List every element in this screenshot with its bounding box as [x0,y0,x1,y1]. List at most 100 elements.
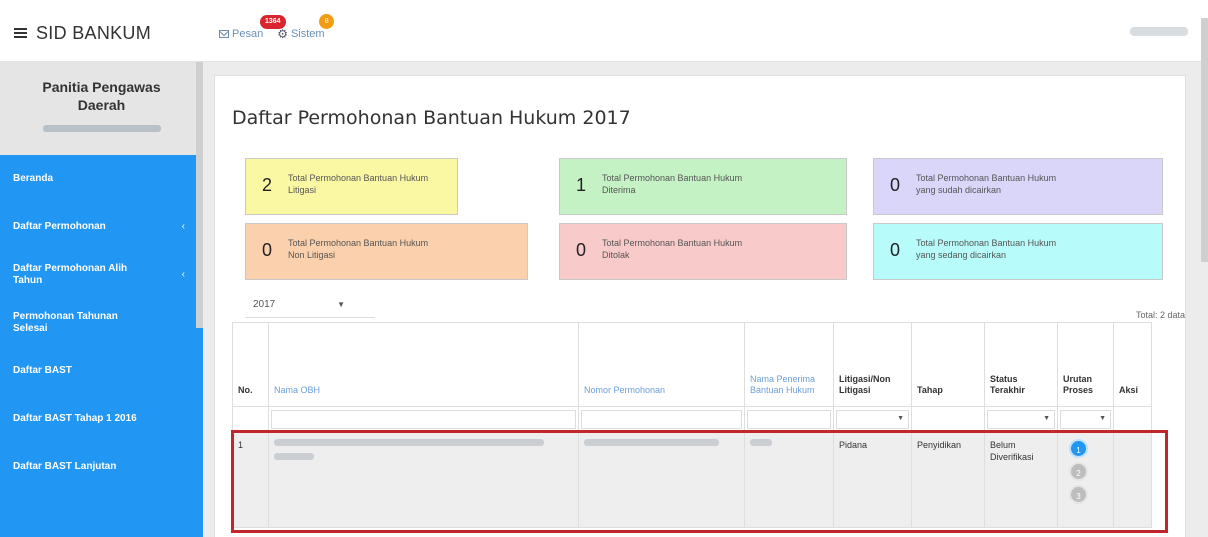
cell-aksi [1113,432,1152,528]
sidebar-item-label: Daftar BAST [13,365,72,376]
filter-cell: ▼ [1057,406,1114,433]
cell-penerima-redacted [744,432,834,528]
top-nav: Pesan 1364 ⚙ Sistem 8 [219,14,335,44]
sidebar-item-daftar-bast[interactable]: Daftar BAST [0,347,203,395]
permohonan-table: No. Nama OBH Nomor Permohonan Nama Pener… [232,322,1152,528]
sidebar-item-label: Daftar BAST Lanjutan [13,461,117,472]
total-count: Total: 2 data [1135,310,1185,320]
sidebar-item-bast-lanjutan[interactable]: Daftar BAST Lanjutan [0,443,203,491]
sidebar-item-bast-tahap1-2016[interactable]: Daftar BAST Tahap 1 2016 [0,395,203,443]
sidebar-item-label: Daftar Permohonan [13,221,106,232]
filter-nomor-input[interactable] [581,410,742,429]
filter-cell [232,406,269,433]
filter-status-select[interactable]: ▼ [987,410,1055,429]
cogs-icon: ⚙ [277,27,288,41]
stat-card-diterima: 1 Total Permohonan Bantuan Hukum Diterim… [559,158,847,215]
filter-urutan-select[interactable]: ▼ [1060,410,1111,429]
process-step-2[interactable]: 2 [1069,462,1088,481]
filter-cell [578,406,745,433]
sidebar-item-label: Beranda [13,173,54,184]
process-step-1[interactable]: 1 [1069,439,1088,458]
col-header-no: No. [232,322,269,407]
col-header-aksi: Aksi [1113,322,1152,407]
cell-tahap: Penyidikan [911,432,985,528]
filter-cell: ▼ [833,406,912,433]
col-header-status: Status Terakhir [984,322,1058,407]
year-select-value: 2017 [253,299,276,310]
chevron-left-icon: ‹ [181,221,185,232]
cell-no: 1 [232,432,269,528]
stat-value: 2 [261,175,272,195]
col-header-nama-penerima[interactable]: Nama Penerima Bantuan Hukum [744,322,834,407]
cell-litigasi: Pidana [833,432,912,528]
table-row[interactable]: 1 Pidana Penyidikan Belum Diverifikasi 1… [232,432,1152,528]
filter-litigasi-select[interactable]: ▼ [836,410,909,429]
chevron-left-icon: ‹ [181,269,185,280]
dropdown-caret-icon: ▼ [897,415,904,422]
stat-label: Total Permohonan Bantuan Hukum Diterima [602,173,743,195]
filter-cell [911,406,985,433]
stat-value: 1 [575,175,586,195]
cell-urutan-proses: 1 2 3 [1057,432,1114,528]
dropdown-caret-icon: ▼ [1043,415,1050,422]
sidebar-header: Panitia Pengawas Daerah [0,62,203,155]
stat-card-ditolak: 0 Total Permohonan Bantuan Hukum Ditolak [559,223,847,280]
stat-label: Total Permohonan Bantuan Hukum yang seda… [916,238,1057,260]
year-select[interactable]: 2017 ▼ [245,292,375,318]
cell-nama-obh-redacted [268,432,579,528]
system-label: Sistem [290,28,325,40]
col-header-nama-obh[interactable]: Nama OBH [268,322,579,407]
process-step-3[interactable]: 3 [1069,485,1088,504]
system-count-badge: 8 [319,14,335,29]
stat-value: 0 [575,240,586,260]
dropdown-caret-icon: ▼ [337,300,345,309]
filter-cell [1113,406,1152,433]
page-title: Daftar Permohonan Bantuan Hukum 2017 [232,107,631,129]
col-header-litigasi: Litigasi/Non Litigasi [833,322,912,407]
sidebar: Panitia Pengawas Daerah Beranda Daftar P… [0,62,203,537]
content-panel: Daftar Permohonan Bantuan Hukum 2017 2 T… [214,75,1186,537]
sidebar-item-daftar-permohonan[interactable]: Daftar Permohonan ‹ [0,203,203,251]
org-name-line2: Daerah [77,97,126,113]
org-name-line1: Panitia Pengawas [42,79,161,95]
org-subtitle-redacted [42,125,161,132]
stat-card-sudah-dicairkan: 0 Total Permohonan Bantuan Hukum yang su… [873,158,1163,215]
messages-label: Pesan [232,28,264,40]
cell-nomor-redacted [578,432,745,528]
sidebar-item-tahunan-selesai[interactable]: Permohonan Tahunan Selesai [0,299,203,347]
page-scrollbar[interactable] [1201,18,1208,262]
system-link[interactable]: ⚙ Sistem 8 [277,14,335,41]
stat-label: Total Permohonan Bantuan Hukum Litigasi [288,173,429,195]
stat-value: 0 [261,240,272,260]
stat-label: Total Permohonan Bantuan Hukum yang suda… [916,173,1057,195]
top-navbar: SID BANKUM Pesan 1364 ⚙ Sistem 8 [0,0,1208,62]
sidebar-item-label: Permohonan Tahunan Selesai [13,311,118,334]
stat-label: Total Permohonan Bantuan Hukum Ditolak [602,238,743,260]
filter-penerima-input[interactable] [747,410,831,429]
filter-cell [268,406,579,433]
stat-label: Total Permohonan Bantuan Hukum Non Litig… [288,238,429,260]
messages-link[interactable]: Pesan 1364 [219,15,286,40]
hamburger-menu-icon[interactable] [14,28,27,38]
stat-value: 0 [889,240,900,260]
sidebar-item-label: Daftar BAST Tahap 1 2016 [13,413,137,424]
filter-cell [744,406,834,433]
sidebar-item-beranda[interactable]: Beranda [0,155,203,203]
stat-card-litigasi: 2 Total Permohonan Bantuan Hukum Litigas… [245,158,458,215]
cell-status: Belum Diverifikasi [984,432,1058,528]
stat-value: 0 [889,175,900,195]
app-title[interactable]: SID BANKUM [36,23,151,44]
envelope-icon [219,30,229,38]
filter-cell: ▼ [984,406,1058,433]
sidebar-scrollbar[interactable] [196,62,203,328]
user-menu-redacted[interactable] [1130,27,1188,36]
col-header-tahap: Tahap [911,322,985,407]
sidebar-item-alih-tahun[interactable]: Daftar Permohonan Alih Tahun ‹ [0,251,203,299]
stat-card-non-litigasi: 0 Total Permohonan Bantuan Hukum Non Lit… [245,223,528,280]
sidebar-item-label: Daftar Permohonan Alih Tahun [13,263,128,286]
table-header-row: No. Nama OBH Nomor Permohonan Nama Pener… [232,322,1152,407]
filter-nama-obh-input[interactable] [271,410,576,429]
dropdown-caret-icon: ▼ [1099,415,1106,422]
col-header-nomor-permohonan[interactable]: Nomor Permohonan [578,322,745,407]
filter-row: ▼ ▼ ▼ [232,406,1152,433]
